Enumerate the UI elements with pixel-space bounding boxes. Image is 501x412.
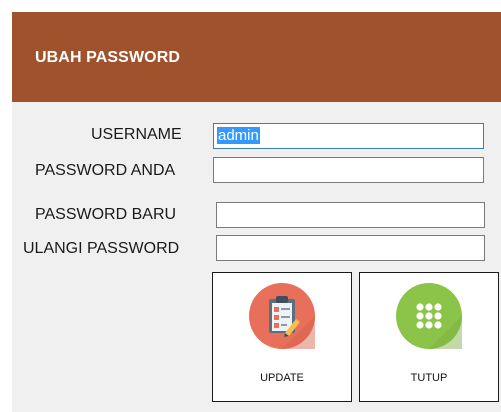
username-label: USERNAME: [91, 126, 182, 143]
close-button[interactable]: TUTUP: [359, 272, 499, 402]
repeat-password-field[interactable]: [216, 235, 485, 261]
clipboard-checklist-icon: [249, 283, 315, 349]
current-password-label: PASSWORD ANDA: [35, 162, 176, 179]
page-title: UBAH PASSWORD: [35, 49, 181, 66]
update-button-label: UPDATE: [260, 372, 304, 384]
repeat-password-label: ULANGI PASSWORD: [23, 240, 180, 257]
new-password-field[interactable]: [216, 202, 485, 228]
header-bar: UBAH PASSWORD: [12, 12, 501, 102]
close-button-label: TUTUP: [410, 372, 448, 384]
username-field[interactable]: admin: [213, 123, 484, 149]
app-grid-icon: [396, 283, 462, 349]
username-value: admin: [217, 127, 260, 144]
new-password-label: PASSWORD BARU: [35, 206, 177, 223]
current-password-field[interactable]: [213, 157, 484, 183]
change-password-window: UBAH PASSWORD USERNAME admin PASSWORD AN…: [12, 12, 501, 412]
update-button[interactable]: UPDATE: [212, 272, 352, 402]
